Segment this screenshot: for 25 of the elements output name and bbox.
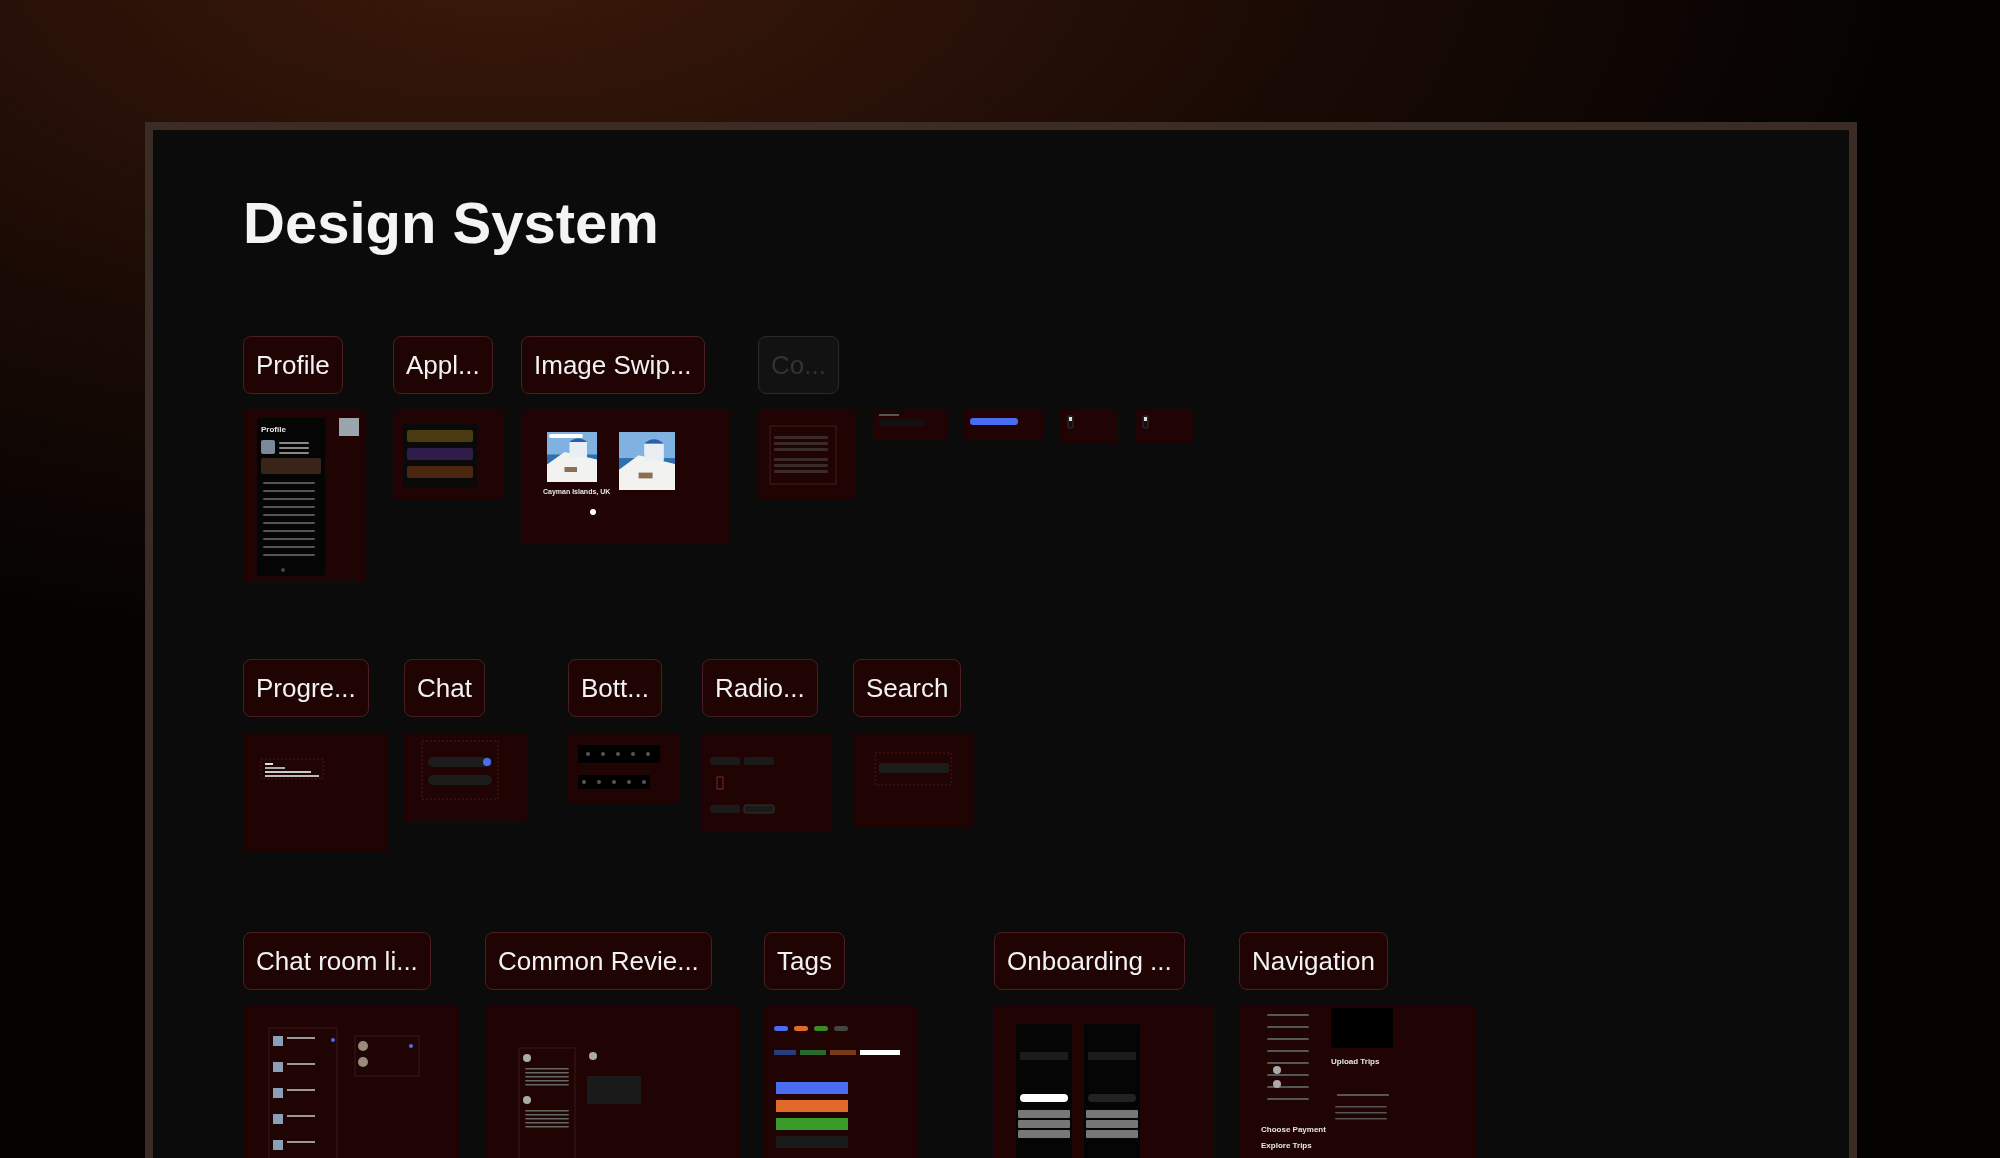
- frame-label: Common Revie...: [485, 932, 712, 990]
- progress-screen-drawing: [260, 758, 324, 780]
- radio-screen-drawing: [710, 757, 775, 814]
- frame-label: Chat room li...: [243, 932, 431, 990]
- thumbnail-text: Choose Payment: [1261, 1126, 1326, 1134]
- frame-label: Search: [853, 659, 962, 717]
- frame-label: Navigation: [1239, 932, 1388, 990]
- dropdown-screen-drawing: [879, 414, 925, 426]
- toggle-screen-drawing: [1067, 415, 1074, 429]
- frame-label: Image Swip...: [521, 336, 705, 394]
- frame-label: Chat: [404, 659, 485, 717]
- page-title: Design System: [243, 189, 660, 257]
- thumbnail-text: Upload Trips: [1331, 1058, 1380, 1066]
- toggle-screen-drawing: [1142, 415, 1149, 429]
- frame-label: Progre...: [243, 659, 369, 717]
- bubble-screen-drawing: [970, 418, 1018, 425]
- chips-screen-drawing: [769, 425, 837, 485]
- frame-label: Profile: [243, 336, 343, 394]
- frame-label: Radio...: [702, 659, 818, 717]
- frame-label: Bott...: [568, 659, 662, 717]
- frame-label: Appl...: [393, 336, 493, 394]
- thumbnail-text: Explore Trips: [1261, 1142, 1312, 1150]
- frame-label: Onboarding ...: [994, 932, 1185, 990]
- thumbnail-text: Profile: [261, 426, 286, 434]
- frame-label: Tags: [764, 932, 845, 990]
